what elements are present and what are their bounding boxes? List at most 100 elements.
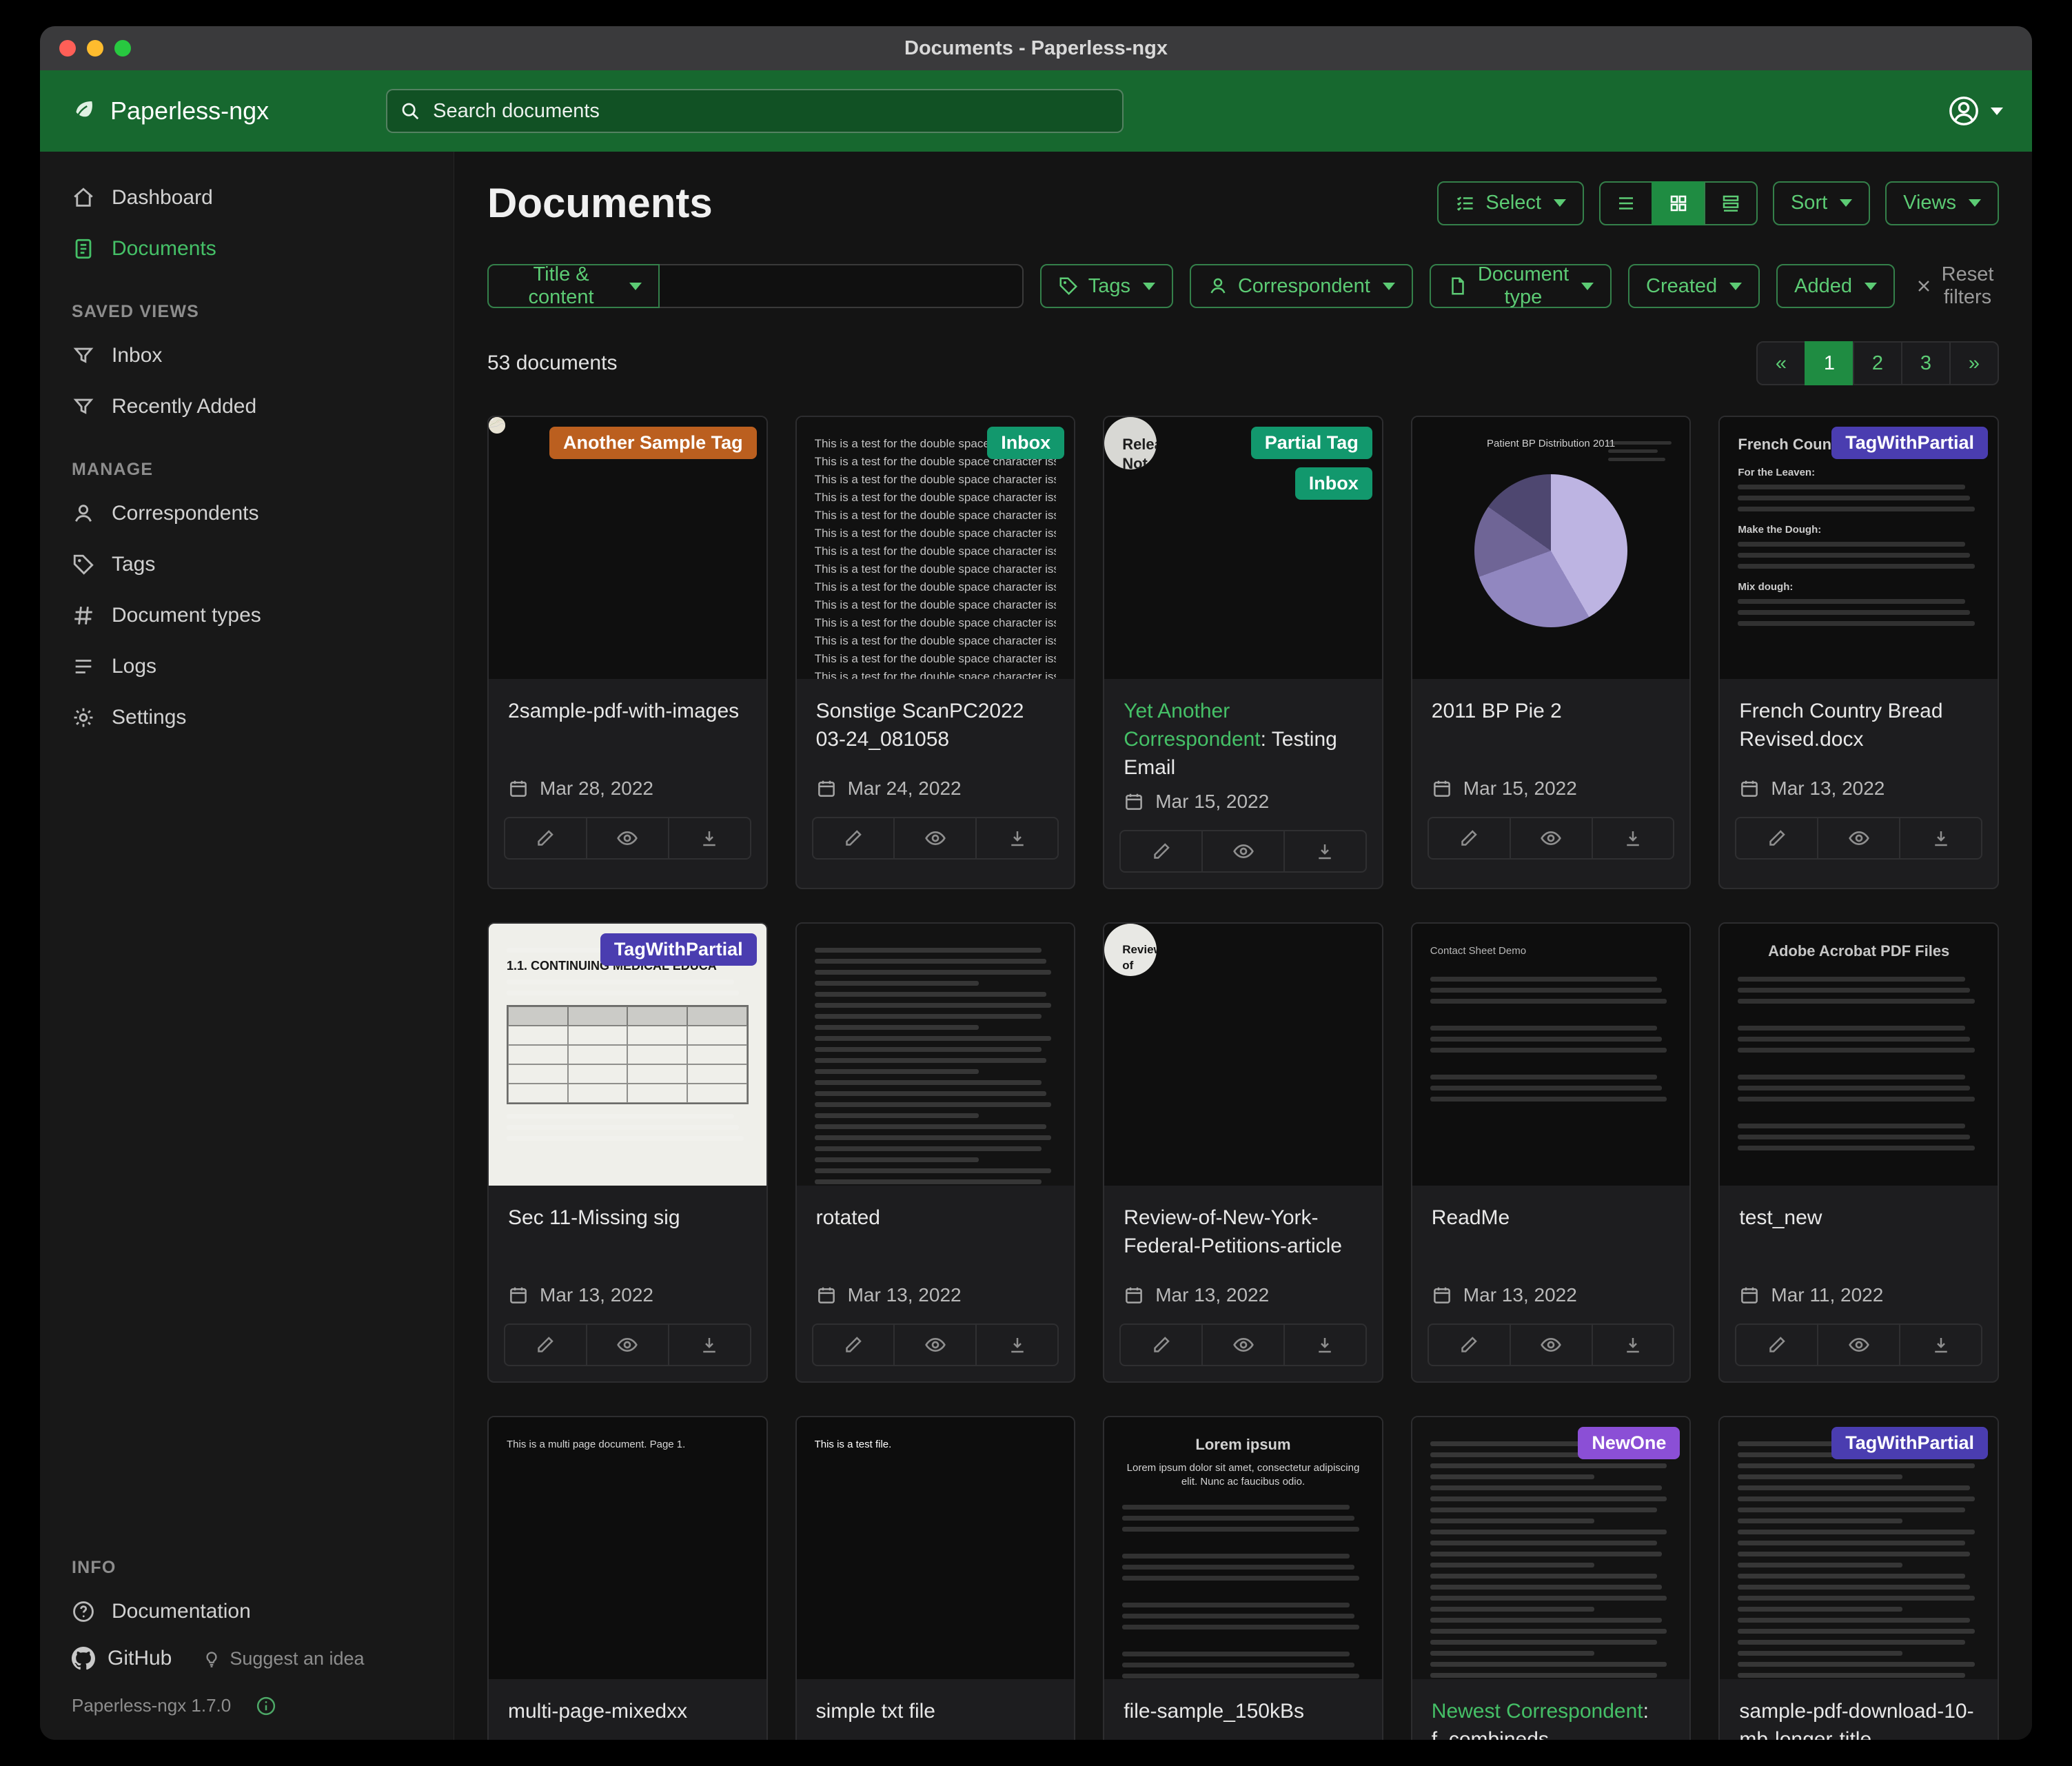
document-title[interactable]: Sonstige ScanPC2022 03-24_081058 <box>816 697 1055 769</box>
view-button[interactable] <box>1510 1325 1592 1365</box>
edit-button[interactable] <box>1429 818 1510 858</box>
github-link[interactable]: GitHub <box>72 1647 172 1670</box>
correspondent-filter-button[interactable]: Correspondent <box>1190 264 1413 308</box>
document-thumbnail[interactable]: This is a test file. <box>797 1417 1075 1679</box>
document-thumbnail[interactable]: Patient BP Distribution 2011 <box>1412 417 1690 679</box>
document-title[interactable]: French Country Bread Revised.docx <box>1739 697 1978 769</box>
download-button[interactable] <box>1899 1325 1981 1365</box>
tag-badge[interactable]: Partial Tag <box>1251 427 1372 459</box>
view-button[interactable] <box>586 1325 668 1365</box>
download-button[interactable] <box>975 1325 1057 1365</box>
tag-badge[interactable]: TagWithPartial <box>1831 1427 1988 1459</box>
title-content-dropdown[interactable]: Title & content <box>487 264 660 308</box>
download-button[interactable] <box>1592 818 1674 858</box>
document-thumbnail[interactable]: This is a test for the double space char… <box>797 417 1075 679</box>
document-title[interactable]: multi-page-mixedxx <box>508 1697 747 1740</box>
sidebar-item-tags[interactable]: Tags <box>40 539 454 590</box>
document-thumbnail[interactable]: TagWithPartial <box>1720 1417 1998 1679</box>
tags-filter-button[interactable]: Tags <box>1040 264 1173 308</box>
minimize-button[interactable] <box>87 40 103 57</box>
edit-button[interactable] <box>505 818 586 858</box>
added-filter-button[interactable]: Added <box>1776 264 1895 308</box>
document-thumbnail[interactable]: French Country BreadFor the Leaven:Make … <box>1720 417 1998 679</box>
document-title[interactable]: ReadMe <box>1432 1204 1671 1275</box>
edit-button[interactable] <box>813 818 894 858</box>
view-button[interactable] <box>1201 1325 1283 1365</box>
view-button[interactable] <box>893 818 975 858</box>
detail-view-button[interactable] <box>1704 181 1758 225</box>
view-button[interactable] <box>893 1325 975 1365</box>
sidebar-item-correspondents[interactable]: Correspondents <box>40 488 454 539</box>
sidebar-item-recently-added[interactable]: Recently Added <box>40 381 454 432</box>
edit-button[interactable] <box>1736 818 1817 858</box>
sidebar-item-document-types[interactable]: Document types <box>40 590 454 641</box>
pagination-page-2[interactable]: 2 <box>1853 341 1902 385</box>
document-correspondent[interactable]: Newest Correspondent <box>1432 1700 1643 1723</box>
sidebar-item-settings[interactable]: Settings <box>40 692 454 743</box>
document-title[interactable]: test_new <box>1739 1204 1978 1275</box>
view-button[interactable] <box>1817 1325 1899 1365</box>
search-input[interactable] <box>431 99 1110 123</box>
view-button[interactable] <box>1510 818 1592 858</box>
download-button[interactable] <box>1899 818 1981 858</box>
brand[interactable]: Paperless-ngx <box>69 97 269 125</box>
views-button[interactable]: Views <box>1885 181 1999 225</box>
created-filter-button[interactable]: Created <box>1628 264 1760 308</box>
document-title[interactable]: 2sample-pdf-with-images <box>508 697 747 769</box>
document-thumbnail[interactable]: Contact Sheet Demo <box>1412 924 1690 1186</box>
tag-badge[interactable]: TagWithPartial <box>1831 427 1988 459</box>
download-button[interactable] <box>1592 1325 1674 1365</box>
download-button[interactable] <box>975 818 1057 858</box>
tag-badge[interactable]: NewOne <box>1578 1427 1680 1459</box>
document-title[interactable]: Yet Another Correspondent: Testing Email <box>1124 697 1363 782</box>
tag-badge[interactable]: Inbox <box>987 427 1064 459</box>
download-button[interactable] <box>668 818 750 858</box>
edit-button[interactable] <box>1121 1325 1201 1365</box>
edit-button[interactable] <box>1121 831 1201 871</box>
document-title[interactable]: file-sample_150kBs <box>1124 1697 1363 1740</box>
tag-badge[interactable]: TagWithPartial <box>600 933 757 966</box>
document-thumbnail[interactable]: Lorem ipsumLorem ipsum dolor sit amet, c… <box>1104 1417 1382 1679</box>
document-thumbnail[interactable] <box>797 924 1075 1186</box>
pagination-next-button[interactable]: » <box>1949 341 1999 385</box>
document-thumbnail[interactable]: Adobe Acrobat PDF Files <box>1720 924 1998 1186</box>
title-content-filter-input[interactable] <box>660 264 1024 308</box>
suggest-idea-link[interactable]: Suggest an idea <box>202 1648 364 1669</box>
document-title[interactable]: rotated <box>816 1204 1055 1275</box>
document-title[interactable]: Review-of-New-York-Federal-Petitions-art… <box>1124 1204 1363 1275</box>
search-box[interactable] <box>386 89 1124 133</box>
document-thumbnail[interactable]: NewOne <box>1412 1417 1690 1679</box>
document-title[interactable]: 2011 BP Pie 2 <box>1432 697 1671 769</box>
list-view-button[interactable] <box>1599 181 1653 225</box>
edit-button[interactable] <box>1736 1325 1817 1365</box>
edit-button[interactable] <box>1429 1325 1510 1365</box>
edit-button[interactable] <box>505 1325 586 1365</box>
sort-button[interactable]: Sort <box>1773 181 1870 225</box>
document-correspondent[interactable]: Yet Another Correspondent <box>1124 700 1260 751</box>
document-title[interactable]: Sec 11-Missing sig <box>508 1204 747 1275</box>
document-title[interactable]: Newest Correspondent: f_combineds <box>1432 1697 1671 1740</box>
close-button[interactable] <box>59 40 76 57</box>
pagination-page-3[interactable]: 3 <box>1901 341 1951 385</box>
select-button[interactable]: Select <box>1437 181 1584 225</box>
document-thumbnail[interactable]: Review of New York Federal Petitions for… <box>1104 924 1382 1186</box>
download-button[interactable] <box>668 1325 750 1365</box>
info-circle-icon[interactable] <box>256 1696 276 1716</box>
sidebar-item-dashboard[interactable]: Dashboard <box>40 172 454 223</box>
sidebar-item-documentation[interactable]: Documentation <box>40 1586 454 1637</box>
user-menu[interactable] <box>1948 95 2003 127</box>
view-button[interactable] <box>586 818 668 858</box>
reset-filters-button[interactable]: Reset filters <box>1911 263 1999 309</box>
document-type-filter-button[interactable]: Document type <box>1430 264 1612 308</box>
document-thumbnail[interactable]: Release NotesSimba ODBC Driver for SQL S… <box>1104 417 1382 679</box>
document-title[interactable]: sample-pdf-download-10-mb-longer-title <box>1739 1697 1978 1740</box>
grid-view-button[interactable] <box>1652 181 1705 225</box>
document-thumbnail[interactable]: 1.1. CONTINUING MEDICAL EDUCATagWithPart… <box>489 924 766 1186</box>
document-thumbnail[interactable]: This is a multi page document. Page 1. <box>489 1417 766 1679</box>
tag-badge[interactable]: Inbox <box>1295 467 1372 500</box>
sidebar-item-logs[interactable]: Logs <box>40 641 454 692</box>
document-title[interactable]: simple txt file <box>816 1697 1055 1740</box>
pagination-prev-button[interactable]: « <box>1756 341 1806 385</box>
download-button[interactable] <box>1283 1325 1365 1365</box>
tag-badge[interactable]: Another Sample Tag <box>549 427 757 459</box>
